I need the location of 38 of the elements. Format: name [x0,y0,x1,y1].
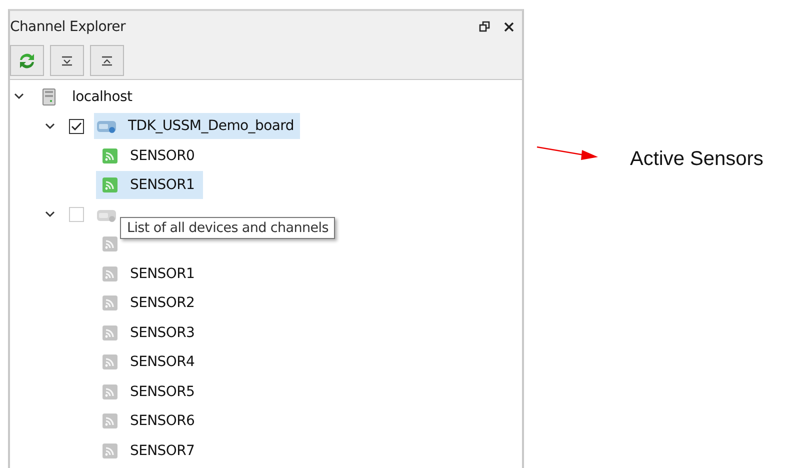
feed-icon [102,295,118,312]
feed-icon [102,177,118,194]
server-icon [42,88,56,106]
expand-all-icon [61,56,73,66]
feed-icon [102,354,118,370]
sensor-item[interactable]: SENSOR6 [96,407,203,436]
device-item[interactable]: TDK_USSM_Demo_board [94,113,300,140]
annotation-label: Active Sensors [630,148,764,171]
arrow [536,145,600,161]
board-icon [96,118,118,134]
sensor-item[interactable]: SENSOR4 [96,348,203,376]
sensor-item[interactable]: SENSOR0 [96,142,203,170]
panel-title: Channel Explorer [10,18,127,34]
sensor-item[interactable]: SENSOR5 [96,378,203,406]
sensor-item[interactable]: SENSOR1 [96,171,203,200]
feed-icon [102,236,118,252]
sensor-item[interactable]: SENSOR2 [96,289,203,318]
feed-icon [102,384,118,400]
chevron-icon[interactable] [45,122,55,130]
checkbox[interactable] [69,118,84,134]
feed-icon [102,324,118,341]
expand-all-button[interactable] [50,45,84,76]
collapse-all-button[interactable] [90,45,124,76]
tooltip: List of all devices and channels [120,217,336,239]
host-label[interactable]: localhost [72,88,132,105]
sensor-item[interactable]: SENSOR1 [96,260,203,288]
sensor-item[interactable]: SENSOR3 [96,318,203,347]
feed-icon [102,413,118,430]
close-icon[interactable] [504,22,514,32]
float-icon[interactable] [479,21,490,32]
refresh-button[interactable] [10,45,44,76]
feed-icon [102,266,118,282]
collapse-all-icon [101,56,113,66]
sensor-item[interactable]: SENSOR7 [96,436,203,465]
chevron-icon[interactable] [14,93,24,100]
feed-icon [102,148,118,164]
chevron-icon[interactable] [45,211,55,218]
feed-icon [102,442,118,459]
